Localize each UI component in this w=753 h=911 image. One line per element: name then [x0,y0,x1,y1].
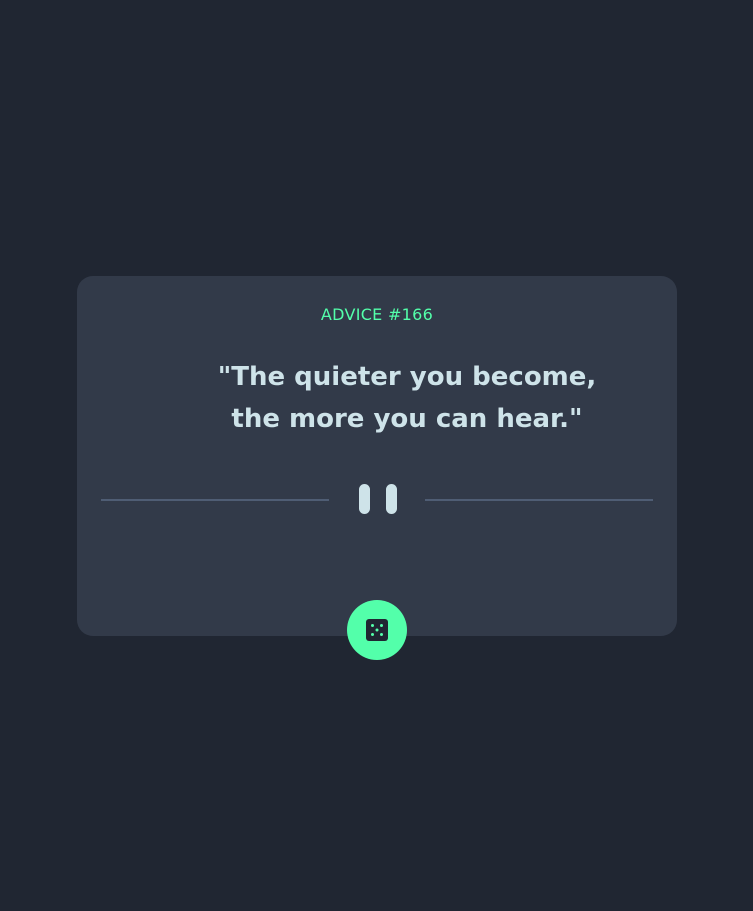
dice-icon [366,619,388,641]
pattern-divider [101,483,653,523]
pause-icon [359,484,397,514]
divider-line-left [101,499,329,501]
advice-card: ADVICE #166 "The quieter you become, the… [77,276,677,636]
advice-quote: "The quieter you become, the more you ca… [217,362,597,434]
advice-id-label: ADVICE #166 [320,305,434,324]
divider-line-right [425,499,653,501]
pause-bar-right [386,484,397,514]
new-advice-button[interactable] [347,600,407,660]
pause-bar-left [359,484,370,514]
